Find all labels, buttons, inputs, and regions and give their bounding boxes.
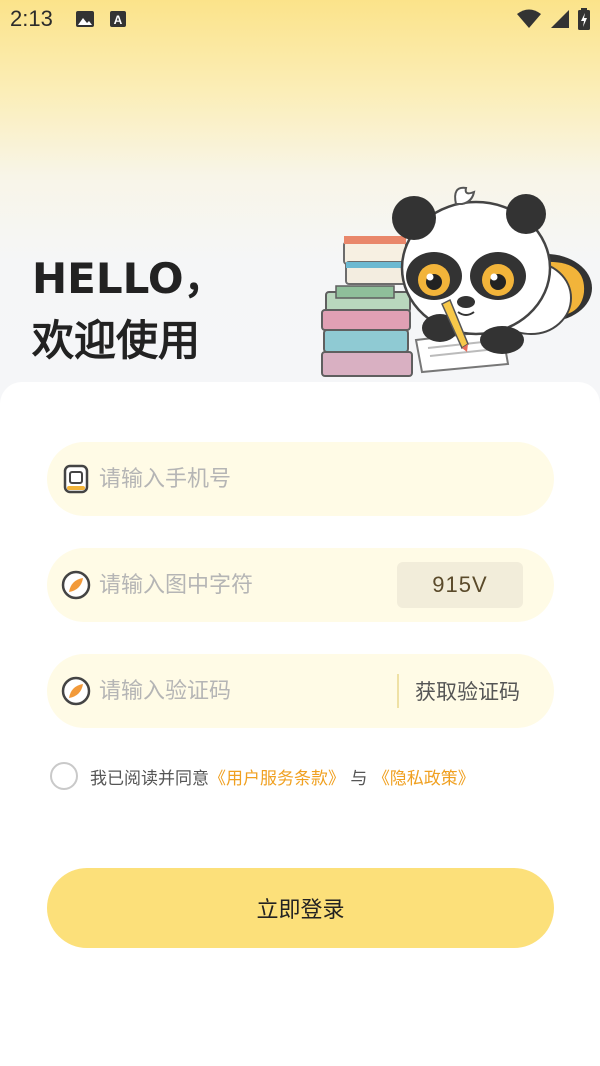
agreement-checkbox[interactable] (50, 762, 78, 790)
get-code-button[interactable]: 获取验证码 (415, 654, 545, 728)
agreement-prefix: 我已阅读并同意 (90, 768, 209, 789)
shield-icon (61, 570, 91, 600)
signal-icon (551, 10, 569, 28)
panda-mascot-illustration (321, 186, 592, 377)
book-stack (321, 236, 413, 377)
login-button[interactable]: 立即登录 (47, 868, 554, 948)
sms-code-input[interactable] (99, 654, 389, 728)
font-a-icon: A (110, 11, 126, 27)
status-time: 2:13 (10, 6, 53, 31)
battery-icon (578, 8, 590, 30)
shield-icon (61, 676, 91, 706)
agreement-joiner: 与 (350, 768, 368, 789)
captcha-field: 915V (47, 548, 554, 622)
privacy-link[interactable]: 《隐私政策》 (373, 769, 475, 789)
panda (392, 186, 592, 354)
greeting-line-1: HELLO， (32, 254, 226, 303)
greeting: HELLO， 欢迎使用 (32, 248, 226, 372)
image-icon (76, 11, 94, 27)
status-bar: 2:13 A (0, 0, 600, 40)
phone-field (47, 442, 554, 516)
sms-code-field: 获取验证码 (47, 654, 554, 728)
terms-link[interactable]: 《用户服务条款》 (209, 769, 345, 789)
captcha-input[interactable] (99, 548, 389, 622)
status-left-icons: A (75, 10, 127, 28)
wifi-icon (517, 9, 541, 28)
greeting-line-2: 欢迎使用 (32, 316, 201, 365)
phone-input[interactable] (99, 442, 389, 516)
divider (397, 674, 399, 708)
agreement-text: 我已阅读并同意《用户服务条款》 与 《隐私政策》 (90, 764, 475, 789)
phone-icon (63, 464, 89, 494)
captcha-image[interactable]: 915V (397, 562, 523, 608)
status-right-icons (516, 8, 590, 30)
agreement-row: 我已阅读并同意《用户服务条款》 与 《隐私政策》 (50, 760, 475, 792)
svg-text:A: A (114, 13, 123, 27)
